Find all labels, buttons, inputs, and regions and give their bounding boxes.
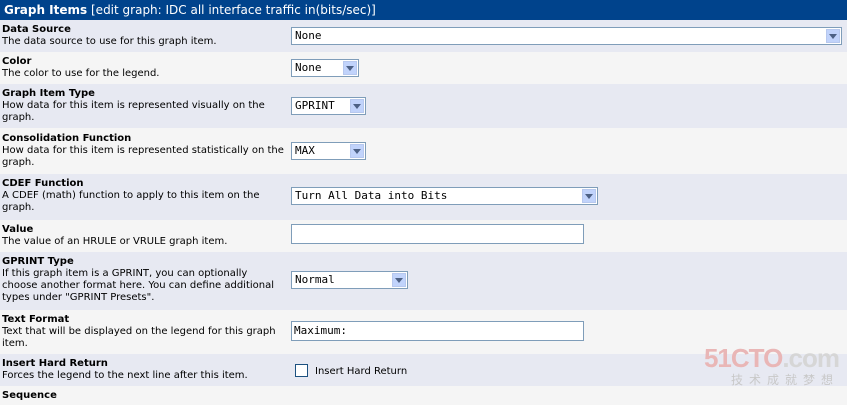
chevron-down-icon[interactable] bbox=[343, 61, 357, 75]
row-graph-item-type: Graph Item Type How data for this item i… bbox=[0, 84, 847, 128]
field-desc: How data for this item is represented vi… bbox=[2, 100, 265, 123]
field-desc: The color to use for the legend. bbox=[2, 68, 160, 79]
value-input[interactable] bbox=[291, 224, 584, 244]
graph-items-header: Graph Items [edit graph: IDC all interfa… bbox=[0, 0, 847, 20]
color-label: Color The color to use for the legend. bbox=[2, 56, 284, 80]
watermark-logo: 51CTO.com bbox=[703, 343, 840, 373]
chevron-down-icon[interactable] bbox=[350, 99, 364, 113]
field-desc: If this graph item is a GPRINT, you can … bbox=[2, 268, 275, 303]
insert-hard-return-checkbox[interactable] bbox=[295, 364, 308, 377]
chevron-down-icon[interactable] bbox=[392, 273, 406, 287]
consolidation-function-label: Consolidation Function How data for this… bbox=[2, 133, 284, 169]
field-name: Consolidation Function bbox=[2, 133, 132, 144]
chevron-down-icon[interactable] bbox=[582, 189, 596, 203]
field-name: GPRINT Type bbox=[2, 256, 74, 267]
insert-hard-return-label: Insert Hard Return Forces the legend to … bbox=[2, 358, 284, 382]
header-subtitle: [edit graph: IDC all interface traffic i… bbox=[91, 3, 376, 17]
consolidation-function-select[interactable]: MAX bbox=[291, 142, 366, 160]
select-value: None bbox=[295, 61, 322, 74]
field-name: Insert Hard Return bbox=[2, 358, 108, 369]
cdef-function-label: CDEF Function A CDEF (math) function to … bbox=[2, 178, 284, 214]
row-color: Color The color to use for the legend. N… bbox=[0, 52, 847, 84]
checkbox-label: Insert Hard Return bbox=[315, 366, 408, 377]
row-consolidation-function: Consolidation Function How data for this… bbox=[0, 128, 847, 174]
select-value: GPRINT bbox=[295, 99, 335, 112]
row-gprint-type: GPRINT Type If this graph item is a GPRI… bbox=[0, 252, 847, 310]
gprint-type-label: GPRINT Type If this graph item is a GPRI… bbox=[2, 256, 284, 304]
data-source-label: Data Source The data source to use for t… bbox=[2, 24, 284, 48]
field-desc: Forces the legend to the next line after… bbox=[2, 370, 248, 381]
data-source-select[interactable]: None bbox=[291, 27, 842, 45]
gprint-type-select[interactable]: Normal bbox=[291, 271, 408, 289]
field-name: Color bbox=[2, 56, 32, 67]
row-data-source: Data Source The data source to use for t… bbox=[0, 20, 847, 52]
value-label: Value The value of an HRULE or VRULE gra… bbox=[2, 224, 284, 248]
field-desc: Text that will be displayed on the legen… bbox=[2, 326, 276, 349]
select-value: Turn All Data into Bits bbox=[295, 189, 448, 202]
graph-item-type-select[interactable]: GPRINT bbox=[291, 97, 366, 115]
field-desc: The value of an HRULE or VRULE graph ite… bbox=[2, 236, 228, 247]
graph-item-type-label: Graph Item Type How data for this item i… bbox=[2, 88, 284, 124]
select-value: None bbox=[295, 29, 322, 42]
row-sequence: Sequence bbox=[0, 386, 847, 405]
field-name: Data Source bbox=[2, 24, 71, 35]
sequence-label: Sequence bbox=[2, 390, 284, 402]
field-desc: A CDEF (math) function to apply to this … bbox=[2, 190, 260, 213]
row-cdef-function: CDEF Function A CDEF (math) function to … bbox=[0, 174, 847, 220]
row-value: Value The value of an HRULE or VRULE gra… bbox=[0, 220, 847, 252]
field-desc: The data source to use for this graph it… bbox=[2, 36, 217, 47]
field-name: Graph Item Type bbox=[2, 88, 95, 99]
select-value: MAX bbox=[295, 144, 315, 157]
header-title: Graph Items bbox=[4, 3, 88, 17]
field-name: CDEF Function bbox=[2, 178, 84, 189]
watermark-logo-suffix: .com bbox=[782, 343, 840, 373]
watermark-slogan: 技术成就梦想 bbox=[730, 373, 839, 387]
chevron-down-icon[interactable] bbox=[350, 144, 364, 158]
watermark-logo-prefix: 51CTO bbox=[703, 343, 783, 373]
color-select[interactable]: None bbox=[291, 59, 359, 77]
watermark: 51CTO.com 技术成就梦想 bbox=[703, 343, 840, 388]
field-name: Text Format bbox=[2, 314, 70, 325]
text-format-input[interactable]: Maximum: bbox=[291, 321, 584, 341]
select-value: Normal bbox=[295, 273, 335, 286]
field-name: Sequence bbox=[2, 390, 57, 401]
cdef-function-select[interactable]: Turn All Data into Bits bbox=[291, 187, 598, 205]
chevron-down-icon[interactable] bbox=[826, 29, 840, 43]
text-format-label: Text Format Text that will be displayed … bbox=[2, 314, 284, 350]
field-name: Value bbox=[2, 224, 34, 235]
field-desc: How data for this item is represented st… bbox=[2, 145, 284, 168]
